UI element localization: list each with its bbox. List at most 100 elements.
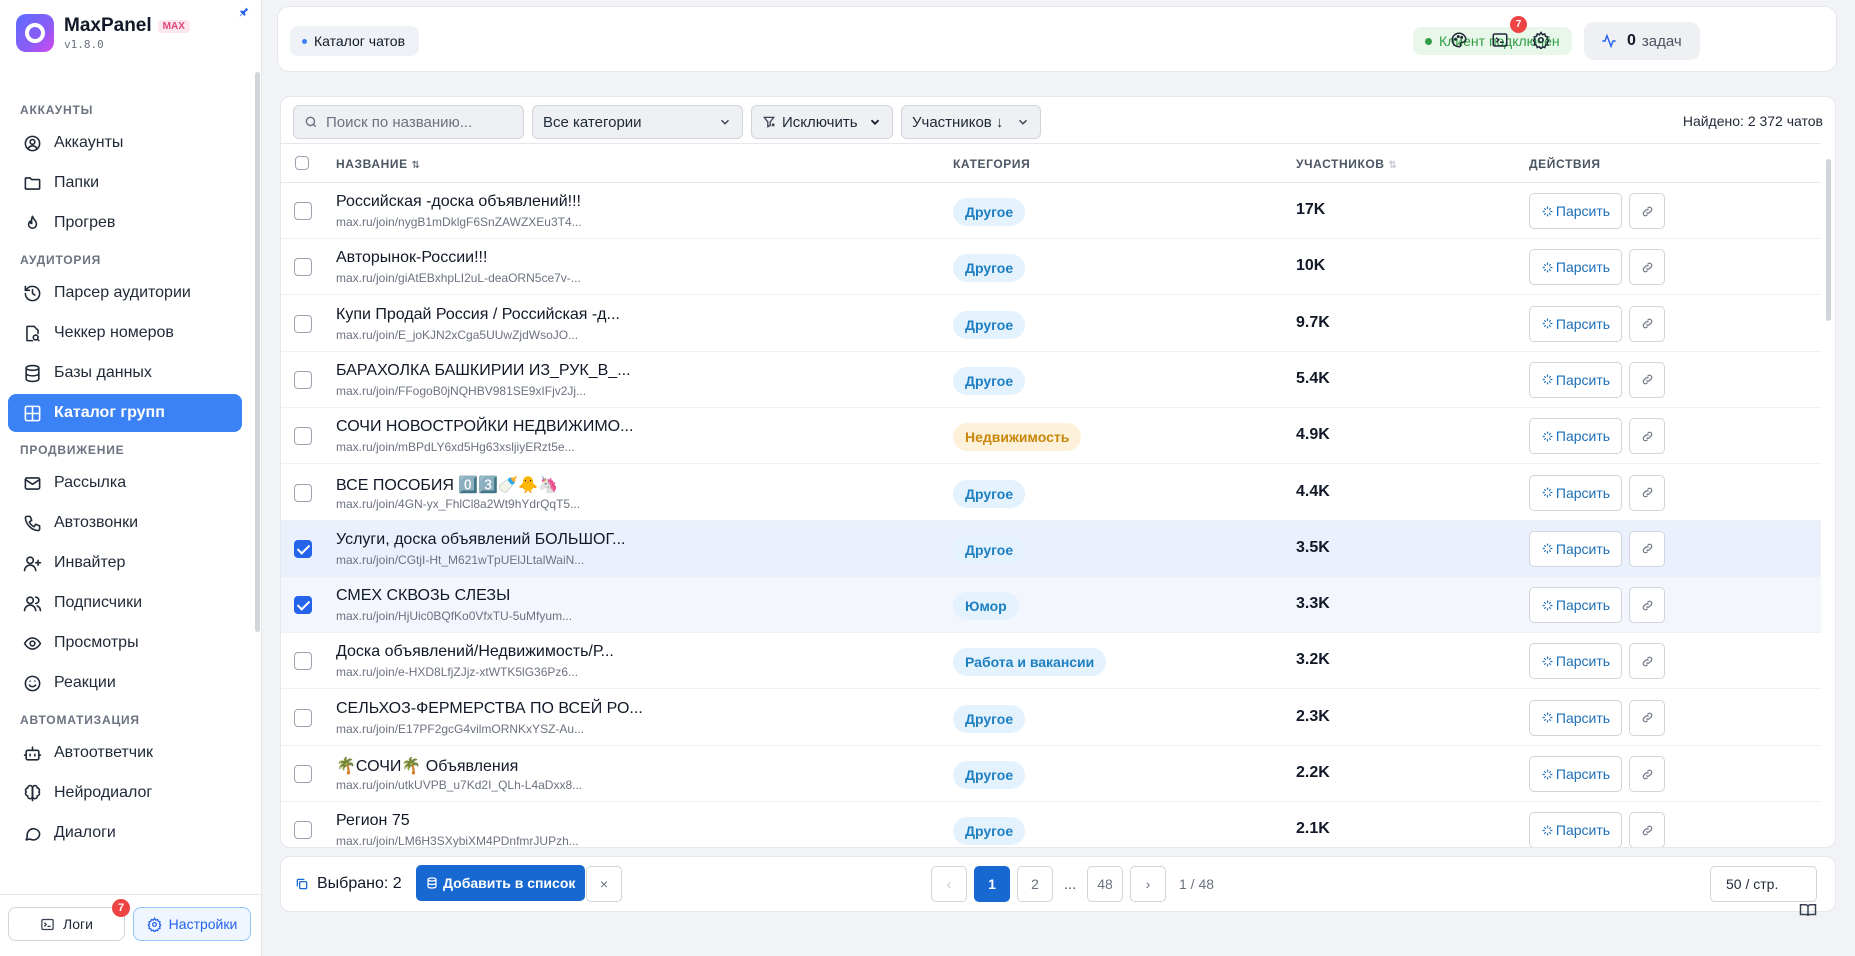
sidebar-item-database[interactable]: Базы данных xyxy=(8,354,242,392)
row-checkbox[interactable] xyxy=(294,821,312,840)
chat-link[interactable]: max.ru/join/utkUVPB_u7Kd2I_QLh-L4aDxx8..… xyxy=(336,778,582,792)
chat-link[interactable]: max.ru/join/CGtjI-Ht_M621wTpUElJLtalWaiN… xyxy=(336,553,584,567)
pin-icon[interactable] xyxy=(238,6,250,21)
sort-select[interactable]: Участников ↓ xyxy=(901,105,1041,139)
sidebar-item-flame[interactable]: Прогрев xyxy=(8,204,242,242)
parse-button[interactable]: Парсить xyxy=(1529,812,1622,847)
row-checkbox[interactable] xyxy=(294,258,312,277)
parse-button[interactable]: Парсить xyxy=(1529,474,1622,511)
parse-button[interactable]: Парсить xyxy=(1529,361,1622,398)
table-row[interactable]: Регион 75 max.ru/join/LM6H3SXybiXM4PDnfm… xyxy=(281,802,1821,847)
book-icon[interactable] xyxy=(1795,897,1821,923)
sidebar-item-user-circle[interactable]: Аккаунты xyxy=(8,124,242,162)
row-checkbox[interactable] xyxy=(294,652,312,671)
row-checkbox[interactable] xyxy=(294,765,312,783)
category-select[interactable]: Все категории xyxy=(532,105,743,139)
brand[interactable]: MaxPanel MAX v1.8.0 xyxy=(16,14,190,52)
copy-link-button[interactable] xyxy=(1629,474,1665,511)
breadcrumb[interactable]: Каталог чатов xyxy=(290,26,420,56)
table-row[interactable]: ВСЕ ПОСОБИЯ 0️⃣3️⃣🍼🐥🦄 max.ru/join/4GN-yx… xyxy=(281,465,1821,521)
chat-link[interactable]: max.ru/join/E_joKJN2xCga5UUwZjdWsoJO... xyxy=(336,328,578,342)
sidebar-scrollbar[interactable] xyxy=(255,72,260,632)
copy-link-button[interactable] xyxy=(1629,756,1665,792)
terminal-button-icon[interactable] xyxy=(1489,29,1511,51)
parse-button[interactable]: Парсить xyxy=(1529,756,1622,792)
sidebar-item-history[interactable]: Парсер аудитории xyxy=(8,274,242,312)
palette-icon[interactable] xyxy=(1448,29,1470,51)
clear-selection-button[interactable]: × xyxy=(586,866,622,902)
parse-button[interactable]: Парсить xyxy=(1529,418,1622,455)
table-scrollbar[interactable] xyxy=(1826,159,1831,321)
logs-button[interactable]: Логи xyxy=(8,907,125,941)
chat-link[interactable]: max.ru/join/giAtEBxhpLI2uL-deaORN5ce7v-.… xyxy=(336,271,581,285)
row-checkbox[interactable] xyxy=(294,202,312,220)
row-checkbox[interactable] xyxy=(294,596,312,615)
row-checkbox[interactable] xyxy=(294,483,312,502)
sidebar-item-brain[interactable]: Нейродиалог xyxy=(8,774,242,812)
search-input[interactable] xyxy=(326,113,516,131)
sidebar-item-user-plus[interactable]: Инвайтер xyxy=(8,544,242,582)
table-row[interactable]: СОЧИ НОВОСТРОЙКИ НЕДВИЖИМО... max.ru/joi… xyxy=(281,408,1821,465)
page-1-button[interactable]: 1 xyxy=(974,866,1010,902)
table-row[interactable]: Авторынок-России!!! max.ru/join/giAtEBxh… xyxy=(281,239,1821,296)
add-to-list-button[interactable]: Добавить в список xyxy=(416,865,586,901)
table-row[interactable]: СЕЛЬХОЗ-ФЕРМЕРСТВА ПО ВСЕЙ РО... max.ru/… xyxy=(281,690,1821,746)
chat-link[interactable]: max.ru/join/LM6H3SXybiXM4PDnfmrJUPzh... xyxy=(336,834,579,847)
page-2-button[interactable]: 2 xyxy=(1017,866,1053,902)
copy-link-button[interactable] xyxy=(1629,193,1665,229)
sidebar-item-file-search[interactable]: Чеккер номеров xyxy=(8,314,242,352)
parse-button[interactable]: Парсить xyxy=(1529,249,1622,286)
copy-link-button[interactable] xyxy=(1629,418,1665,455)
copy-link-button[interactable] xyxy=(1629,249,1665,286)
parse-button[interactable]: Парсить xyxy=(1529,587,1622,624)
sidebar-item-phone[interactable]: Автозвонки xyxy=(8,504,242,542)
parse-button[interactable]: Парсить xyxy=(1529,530,1622,567)
column-members[interactable]: УЧАСТНИКОВ ⇅ xyxy=(1296,157,1398,171)
sidebar-item-smile[interactable]: Реакции xyxy=(8,664,242,702)
copy-link-button[interactable] xyxy=(1629,587,1665,624)
sidebar-item-grid[interactable]: Каталог групп xyxy=(8,394,242,432)
sidebar-item-bot[interactable]: Автоответчик xyxy=(8,734,242,772)
row-checkbox[interactable] xyxy=(294,539,312,558)
table-row[interactable]: Услуги, доска объявлений БОЛЬШОГ... max.… xyxy=(281,520,1821,577)
copy-link-button[interactable] xyxy=(1629,361,1665,398)
prev-page-button[interactable]: ‹ xyxy=(931,866,967,902)
chat-link[interactable]: max.ru/join/HjUic0BQfKo0VfxTU-5uMfyum... xyxy=(336,609,572,623)
tasks-button[interactable]: 0 задач xyxy=(1584,22,1700,60)
page-48-button[interactable]: 48 xyxy=(1087,866,1123,902)
column-name[interactable]: НАЗВАНИЕ ⇅ xyxy=(336,157,421,171)
settings-button[interactable]: Настройки xyxy=(133,907,251,941)
copy-link-button[interactable] xyxy=(1629,530,1665,567)
parse-button[interactable]: Парсить xyxy=(1529,305,1622,342)
table-row[interactable]: БАРАХОЛКА БАШКИРИИ ИЗ_РУК_В_... max.ru/j… xyxy=(281,352,1821,408)
parse-button[interactable]: Парсить xyxy=(1529,193,1622,229)
sidebar-item-folder[interactable]: Папки xyxy=(8,164,242,202)
sidebar-item-mail[interactable]: Рассылка xyxy=(8,464,242,502)
chat-link[interactable]: max.ru/join/E17PF2gcG4vilmORNKxYSZ-Au... xyxy=(336,722,584,736)
table-row[interactable]: 🌴СОЧИ🌴 Объявления max.ru/join/utkUVPB_u7… xyxy=(281,746,1821,802)
exclude-select[interactable]: Исключить xyxy=(751,105,893,139)
search-box[interactable] xyxy=(293,105,524,139)
select-all-checkbox[interactable] xyxy=(295,156,309,170)
sidebar-item-chat[interactable]: Диалоги xyxy=(8,814,242,852)
row-checkbox[interactable] xyxy=(294,314,312,333)
row-checkbox[interactable] xyxy=(294,370,312,389)
chat-link[interactable]: max.ru/join/mBPdLY6xd5Hg63xsljiyERzt5e..… xyxy=(336,440,575,454)
chat-link[interactable]: max.ru/join/e-HXD8LfjZJjz-xtWTK5lG36Pz6.… xyxy=(336,665,578,679)
next-page-button[interactable]: › xyxy=(1130,866,1166,902)
copy-link-button[interactable] xyxy=(1629,812,1665,847)
parse-button[interactable]: Парсить xyxy=(1529,643,1622,680)
table-row[interactable]: Российская -доска объявлений!!! max.ru/j… xyxy=(281,183,1821,239)
copy-link-button[interactable] xyxy=(1629,699,1665,736)
table-row[interactable]: Доска объявлений/Недвижимость/Р... max.r… xyxy=(281,633,1821,690)
chat-link[interactable]: max.ru/join/FFogoB0jNQHBV981SE9xIFjv2Jj.… xyxy=(336,384,586,398)
parse-button[interactable]: Парсить xyxy=(1529,699,1622,736)
sidebar-item-users[interactable]: Подписчики xyxy=(8,584,242,622)
gear-icon[interactable] xyxy=(1530,29,1552,51)
copy-link-button[interactable] xyxy=(1629,305,1665,342)
row-checkbox[interactable] xyxy=(294,708,312,727)
chat-link[interactable]: max.ru/join/nygB1mDklgF6SnZAWZXEu3T4... xyxy=(336,215,582,229)
copy-link-button[interactable] xyxy=(1629,643,1665,680)
table-row[interactable]: СМЕХ СКВОЗЬ СЛЕЗЫ max.ru/join/HjUic0BQfK… xyxy=(281,577,1821,634)
sidebar-item-eye[interactable]: Просмотры xyxy=(8,624,242,662)
